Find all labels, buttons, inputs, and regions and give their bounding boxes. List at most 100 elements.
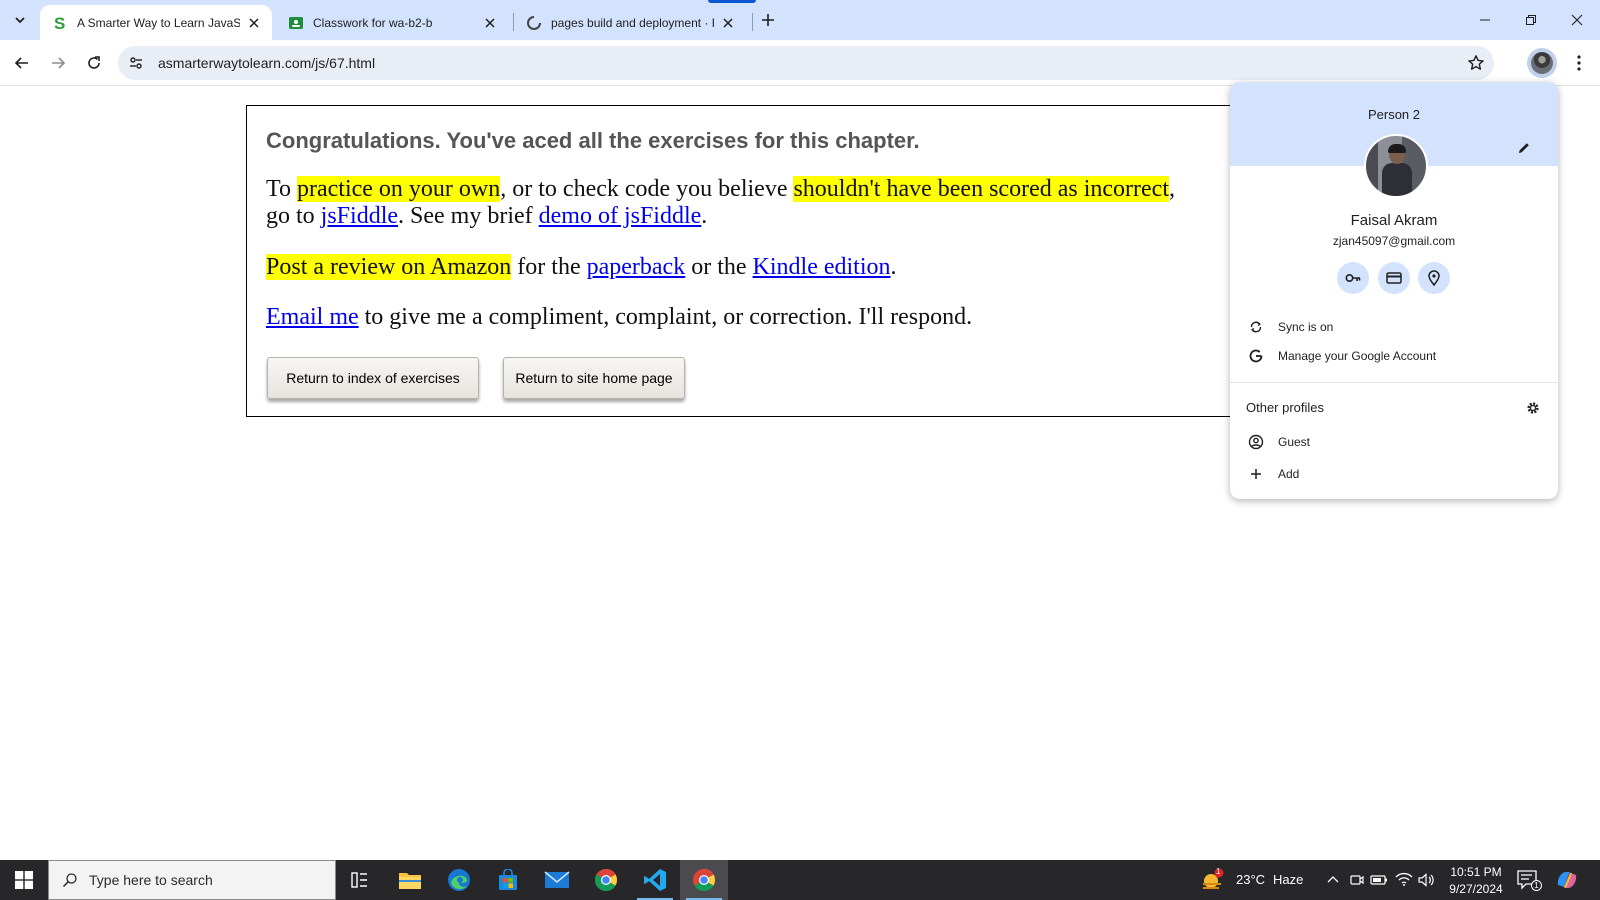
location-pin-icon	[1428, 270, 1440, 287]
return-to-home-button[interactable]: Return to site home page	[503, 357, 685, 399]
chevron-up-icon	[1327, 876, 1339, 883]
vscode-app[interactable]	[631, 860, 679, 900]
account-name: Faisal Akram	[1350, 212, 1438, 229]
profile-button[interactable]	[1527, 48, 1557, 78]
add-profile-label: Add	[1278, 467, 1300, 481]
chrome-app[interactable]	[582, 860, 630, 900]
clock-date[interactable]: 9/27/2024	[1445, 882, 1507, 896]
close-window-button[interactable]	[1554, 0, 1600, 40]
email-me-link[interactable]: Email me	[266, 304, 359, 330]
clock-time[interactable]: 10:51 PM	[1450, 865, 1502, 879]
return-to-index-button[interactable]: Return to index of exercises	[267, 357, 479, 399]
forward-button[interactable]	[44, 49, 72, 77]
weather-widget-icon[interactable]: 1	[1200, 867, 1226, 892]
restore-icon	[1526, 15, 1536, 25]
notification-center-button[interactable]: 1	[1517, 870, 1542, 892]
google-classroom-icon	[288, 15, 304, 31]
profile-label: Person 2	[1367, 107, 1421, 122]
windows-logo-icon	[15, 871, 33, 889]
edit-profile-button[interactable]	[1514, 138, 1534, 158]
minimize-button[interactable]	[1462, 0, 1508, 40]
file-explorer-app[interactable]	[386, 860, 434, 900]
chrome-menu-button[interactable]	[1566, 50, 1592, 76]
site-info-icon[interactable]	[126, 53, 146, 73]
other-profiles-heading: Other profiles	[1246, 400, 1325, 415]
tab-smarter-way[interactable]: S A Smarter Way to Learn JavaScr	[40, 5, 272, 40]
sync-status-label: Sync is on	[1278, 320, 1334, 334]
guest-profile-item[interactable]: Guest	[1230, 427, 1558, 457]
back-button[interactable]	[8, 49, 36, 77]
page-title: Congratulations. You've aced all the exe…	[266, 128, 920, 153]
tab-title: pages build and deployment · F	[551, 15, 714, 30]
wifi-icon[interactable]	[1395, 871, 1413, 889]
payment-methods-button[interactable]	[1378, 262, 1410, 294]
tab-classwork[interactable]: Classwork for wa-b2-b	[276, 5, 508, 40]
microsoft-store-app[interactable]	[484, 860, 532, 900]
highlighted-text: practice on your own	[296, 176, 501, 202]
folder-icon	[399, 873, 421, 889]
svg-text:S: S	[54, 15, 65, 31]
smarter-way-favicon-icon: S	[52, 15, 68, 31]
reload-button[interactable]	[80, 49, 108, 77]
text: To	[266, 176, 297, 202]
exercise-complete-panel: Congratulations. You've aced all the exe…	[246, 105, 1236, 417]
task-view-button[interactable]	[336, 860, 384, 900]
tab-close-icon[interactable]	[482, 15, 498, 31]
copilot-icon[interactable]	[1555, 869, 1581, 893]
pencil-icon	[1519, 143, 1529, 153]
credit-card-icon	[1386, 272, 1402, 284]
battery-icon[interactable]	[1370, 872, 1388, 888]
jsfiddle-link[interactable]: jsFiddle	[321, 203, 398, 229]
tab-close-icon[interactable]	[720, 15, 736, 31]
meet-now-icon[interactable]	[1350, 872, 1366, 888]
tab-separator	[752, 13, 753, 31]
tab-pages-build[interactable]: pages build and deployment · F	[514, 5, 746, 40]
bookmark-star-icon[interactable]	[1466, 53, 1486, 73]
url-text: asmarterwaytolearn.com/js/67.html	[158, 55, 376, 71]
address-bar[interactable]: asmarterwaytolearn.com/js/67.html	[118, 46, 1494, 80]
task-view-icon	[351, 872, 367, 888]
highlighted-text: shouldn't have been scored as incorrect	[793, 176, 1169, 202]
show-hidden-icons-button[interactable]	[1326, 872, 1342, 888]
add-profile-item[interactable]: Add	[1230, 459, 1558, 489]
gear-icon	[1527, 402, 1539, 414]
arrow-right-icon	[52, 57, 66, 69]
store-bag-icon	[499, 869, 517, 890]
manage-account-item[interactable]: Manage your Google Account	[1230, 341, 1558, 371]
search-icon	[61, 871, 79, 889]
sync-status-item[interactable]: Sync is on	[1230, 312, 1558, 342]
plus-icon	[1246, 464, 1266, 484]
chrome-icon	[693, 869, 715, 891]
addresses-button[interactable]	[1418, 262, 1450, 294]
volume-icon[interactable]	[1418, 872, 1436, 888]
text: , or to check code you believe	[500, 176, 794, 202]
manage-profiles-button[interactable]	[1524, 399, 1542, 417]
edge-app[interactable]	[435, 860, 483, 900]
new-tab-button[interactable]	[758, 10, 778, 30]
practice-paragraph: To practice on your own, or to check cod…	[266, 176, 1196, 230]
weather-condition[interactable]: Haze	[1273, 872, 1303, 887]
chevron-down-icon	[15, 17, 25, 24]
key-icon	[1345, 274, 1361, 283]
tab-close-icon[interactable]	[246, 15, 262, 31]
tab-strip: S A Smarter Way to Learn JavaScr Classwo…	[0, 0, 1600, 40]
taskbar-search-box[interactable]: Type here to search	[48, 860, 336, 900]
sync-icon	[1246, 317, 1266, 337]
mail-app[interactable]	[533, 860, 581, 900]
guest-label: Guest	[1278, 435, 1311, 449]
google-g-icon	[1246, 346, 1266, 366]
passwords-button[interactable]	[1337, 262, 1369, 294]
account-circle-icon	[1246, 432, 1266, 452]
weather-temperature[interactable]: 23°C	[1236, 872, 1265, 887]
restore-button[interactable]	[1508, 0, 1554, 40]
text: . See my brief	[398, 203, 539, 229]
search-placeholder: Type here to search	[89, 872, 213, 888]
tab-search-button[interactable]	[8, 8, 32, 32]
jsfiddle-demo-link[interactable]: demo of jsFiddle	[539, 203, 702, 229]
paperback-link[interactable]: paperback	[587, 254, 686, 280]
start-button[interactable]	[0, 860, 48, 900]
divider	[1230, 382, 1558, 383]
kindle-edition-link[interactable]: Kindle edition	[753, 254, 891, 280]
chrome-app-active[interactable]	[680, 860, 728, 900]
tab-title: Classwork for wa-b2-b	[313, 15, 433, 30]
